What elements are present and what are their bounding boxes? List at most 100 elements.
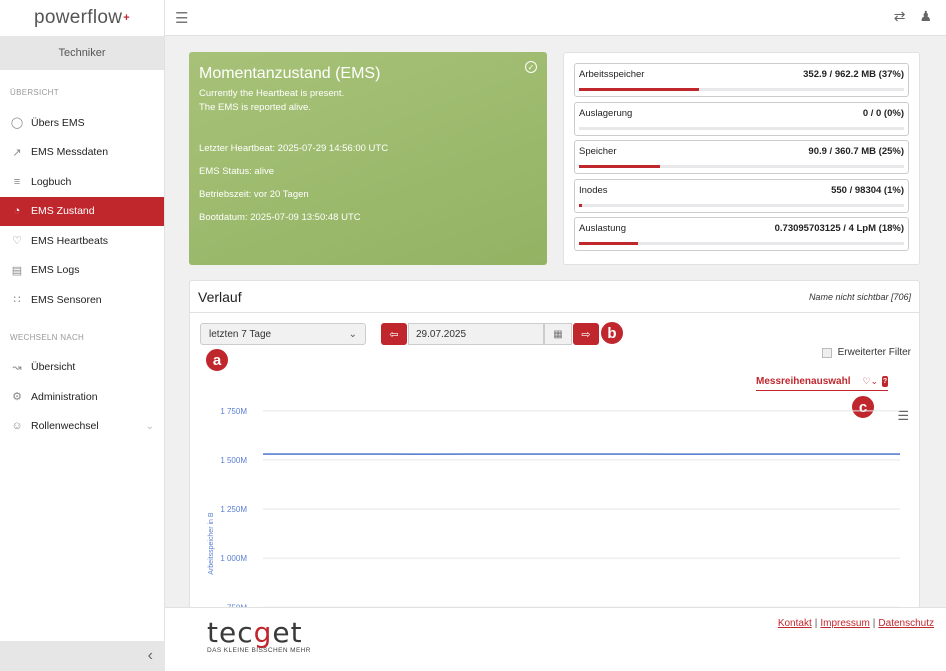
sidebar-item-label: EMS Sensoren [31,293,102,306]
metric-row: Inodes 550 / 98304 (1%) [579,185,904,196]
calendar-button[interactable]: ▦ [544,323,572,345]
range-select[interactable]: letzten 7 Tage ⌄ [200,323,366,345]
metric-label: Arbeitsspeicher [579,69,645,80]
y-tick-label: 1 750M [220,407,247,416]
sidebar-item-label: EMS Zustand [31,205,95,218]
series-selector[interactable]: Messreihenauswahl ♡⌄ ? [756,376,888,391]
panel-title: Verlauf [198,288,242,305]
sidebar-item-ems-measurements[interactable]: ↗ EMS Messdaten [0,138,164,168]
metric-progress-track [579,242,904,245]
panel-header: Verlauf Name nicht sichtbar [706] [190,281,919,313]
sidebar-item-role-switch[interactable]: ☺ Rollenwechsel ⌄ [0,412,164,442]
trend-icon: ↝ [12,361,22,374]
metric-label: Speicher [579,146,617,157]
sidebar-item-logbook[interactable]: ≡ Logbuch [0,167,164,197]
y-tick-label: 1 500M [220,456,247,465]
admin-icon: ⚙ [12,391,22,404]
advanced-filter[interactable]: Erweiterter Filter [821,347,911,358]
metric-item: Auslastung 0.73095703125 / 4 LpM (18%) [574,217,909,251]
metric-label: Inodes [579,184,608,196]
user-icon[interactable]: ♟ [919,8,932,25]
chart-line-icon: ↗ [12,146,22,159]
role-label: Techniker [0,36,164,70]
sidebar-item-ems-heartbeats[interactable]: ♡ EMS Heartbeats [0,226,164,256]
metric-item: Speicher 90.9 / 360.7 MB (25%) [574,140,909,174]
metric-value: 550 / 98304 (1%) [831,184,904,196]
app-logo[interactable]: powerflow + [0,0,164,36]
metric-progress-fill [579,242,638,245]
sidebar-item-label: Übers EMS [31,116,85,129]
sidebar-item-label: Rollenwechsel [31,420,99,433]
sidebar-item-ems-logs[interactable]: ▤ EMS Logs [0,256,164,286]
privacy-link[interactable]: Datenschutz [878,618,934,629]
menu-toggle-icon[interactable]: ☰ [175,9,188,27]
sidebar-item-label: EMS Messdaten [31,146,109,159]
switch-arrows-icon[interactable]: ⇄ [894,8,906,25]
sidebar-item-administration[interactable]: ⚙ Administration [0,382,164,412]
arrow-left-icon: ⇦ [389,328,399,341]
history-panel: Verlauf Name nicht sichtbar [706] letzte… [189,280,920,620]
boot-date: Bootdatum: 2025-07-09 13:50:48 UTC [199,212,361,223]
metric-row: Speicher 90.9 / 360.7 MB (25%) [579,146,904,157]
metric-progress-track [579,203,904,207]
heart-chevron-icon: ♡⌄ [862,376,879,386]
brand-part-3: et [272,616,303,649]
chevron-left-icon: ‹ [147,647,153,664]
last-heartbeat: Letzter Heartbeat: 2025-07-29 14:56:00 U… [199,143,389,154]
separator: | [814,618,818,629]
metric-value: 0 / 0 (0%) [862,107,904,119]
brand-tagline: DAS KLEINE BISSCHEN MEHR [207,647,311,654]
sidebar-item-overview[interactable]: ↝ Übersicht [0,353,164,383]
sensor-icon: ∷ [13,294,21,307]
sidebar-item-label: EMS Heartbeats [31,234,109,247]
advanced-filter-checkbox[interactable] [821,347,832,358]
marker-a: a [204,347,230,373]
imprint-link[interactable]: Impressum [820,618,869,629]
section-switch: WECHSELN NACH [10,332,85,342]
status-line-1: Currently the Heartbeat is present. [199,88,345,99]
brand-part-2: g [253,616,273,649]
footer: tecget DAS KLEINE BISSCHEN MEHR Kontakt |… [165,607,946,671]
metric-row: Auslastung 0.73095703125 / 4 LpM (18%) [579,223,904,234]
metric-progress-fill [579,88,700,91]
sidebar-item-ems-sensors[interactable]: ∷ EMS Sensoren [0,285,164,315]
metric-row: Arbeitsspeicher 352.9 / 962.2 MB (37%) [579,69,904,80]
metric-progress-track [579,165,904,168]
sidebar-item-ems-overview[interactable]: ◯ Übers EMS [0,108,164,138]
help-icon[interactable]: ? [882,376,888,387]
status-line-2: The EMS is reported alive. [199,102,311,113]
series-selector-label: Messreihenauswahl [756,376,851,387]
ems-status: EMS Status: alive [199,166,274,177]
brand-logo: tecget DAS KLEINE BISSCHEN MEHR [207,616,311,654]
heart-icon: ♡ [12,235,22,248]
next-date-button[interactable]: ⇨ [573,323,599,345]
sidebar-item-ems-state[interactable]: ◔ EMS Zustand [0,196,164,226]
logo-text: powerflow [34,7,123,28]
logo-mark: + [123,12,130,24]
chevron-down-icon: ⌄ [145,420,154,432]
drop-icon: ◯ [10,117,24,130]
panel-note: Name nicht sichtbar [706] [808,291,911,302]
users-icon: ☺ [11,420,23,433]
gauge-icon: ◔ [13,205,21,218]
metrics-card: Arbeitsspeicher 352.9 / 962.2 MB (37%) Aus… [563,52,920,265]
check-circle-icon: ✓ [525,61,537,73]
y-tick-label: 1 000M [220,554,247,563]
sidebar: powerflow + Techniker ÜBERSICHT ◯ Übers E… [0,0,165,671]
metric-progress-fill [579,165,661,168]
y-tick-label: 1 250M [220,505,247,514]
metric-row: Auslagerung 0 / 0 (0%) [579,108,904,119]
sidebar-item-label: Logbuch [31,175,72,188]
sidebar-item-label: EMS Logs [31,264,80,277]
date-input[interactable]: 29.07.2025 [408,323,544,345]
range-select-value: letzten 7 Tage [209,328,272,340]
memory-chart: 1 750M1 500M1 250M1 000M750MArbeitsspeic… [208,407,901,615]
metric-progress-track [579,88,904,91]
brand-name: tecget [207,616,311,649]
list-icon: ≡ [13,175,21,188]
sidebar-collapse-button[interactable]: ‹ [0,641,165,671]
contact-link[interactable]: Kontakt [778,618,812,629]
metric-item: Arbeitsspeicher 352.9 / 962.2 MB (37%) [574,63,909,97]
previous-date-button[interactable]: ⇦ [381,323,407,345]
footer-links: Kontakt | Impressum | Datenschutz [778,618,934,629]
